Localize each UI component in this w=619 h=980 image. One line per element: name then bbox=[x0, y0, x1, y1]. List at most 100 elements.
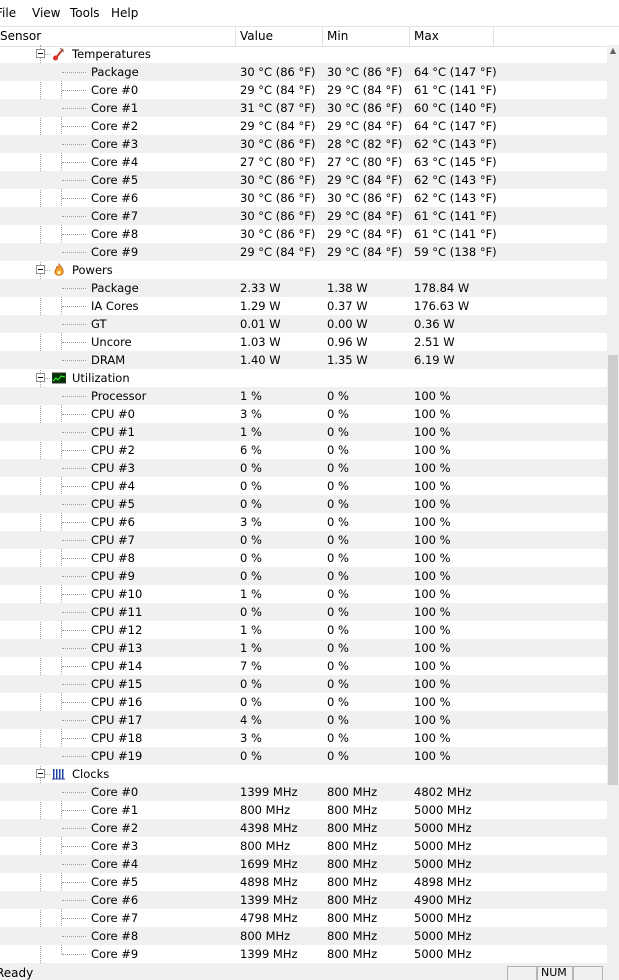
sensor-max: 178.84 W bbox=[414, 281, 470, 295]
sensor-max: 100 % bbox=[414, 731, 451, 745]
sensor-row[interactable]: Core #2 4398 MHz 800 MHz 5000 MHz bbox=[0, 819, 607, 837]
sensor-max: 62 °C (143 °F) bbox=[414, 173, 497, 187]
sensor-row[interactable]: Core #8 800 MHz 800 MHz 5000 MHz bbox=[0, 927, 607, 945]
scroll-thumb[interactable] bbox=[608, 355, 618, 785]
collapse-toggle-icon[interactable] bbox=[36, 49, 45, 58]
sensor-row[interactable]: CPU #2 6 % 0 % 100 % bbox=[0, 441, 607, 459]
sensor-row[interactable]: CPU #1 1 % 0 % 100 % bbox=[0, 423, 607, 441]
sensor-row[interactable]: Core #2 29 °C (84 °F) 29 °C (84 °F) 64 °C (… bbox=[0, 117, 607, 135]
group-row-clocks[interactable]: Clocks bbox=[0, 765, 607, 783]
sensor-row[interactable]: Uncore 1.03 W 0.96 W 2.51 W bbox=[0, 333, 607, 351]
tree-connector bbox=[62, 558, 86, 559]
sensor-row[interactable]: CPU #10 1 % 0 % 100 % bbox=[0, 585, 607, 603]
sensor-row[interactable]: DRAM 1.40 W 1.35 W 6.19 W bbox=[0, 351, 607, 369]
sensor-row[interactable]: Core #7 4798 MHz 800 MHz 5000 MHz bbox=[0, 909, 607, 927]
sensor-row[interactable]: Core #6 1399 MHz 800 MHz 4900 MHz bbox=[0, 891, 607, 909]
sensor-max: 5000 MHz bbox=[414, 911, 472, 925]
menu-view[interactable]: View bbox=[32, 6, 60, 20]
menu-tools[interactable]: Tools bbox=[70, 6, 100, 20]
tree-connector bbox=[62, 288, 86, 289]
sensor-row[interactable]: CPU #19 0 % 0 % 100 % bbox=[0, 747, 607, 765]
sensor-row[interactable]: CPU #15 0 % 0 % 100 % bbox=[0, 675, 607, 693]
sensor-name: DRAM bbox=[91, 353, 126, 367]
sensor-row[interactable]: Core #3 800 MHz 800 MHz 5000 MHz bbox=[0, 837, 607, 855]
group-row-powers[interactable]: Powers bbox=[0, 261, 607, 279]
tree-connector bbox=[62, 396, 86, 397]
sensor-row[interactable]: CPU #5 0 % 0 % 100 % bbox=[0, 495, 607, 513]
sensor-row[interactable]: CPU #12 1 % 0 % 100 % bbox=[0, 621, 607, 639]
sensor-max: 100 % bbox=[414, 695, 451, 709]
tree-connector bbox=[62, 792, 86, 793]
sensor-row[interactable]: CPU #14 7 % 0 % 100 % bbox=[0, 657, 607, 675]
sensor-row[interactable]: Core #0 1399 MHz 800 MHz 4802 MHz bbox=[0, 783, 607, 801]
sensor-row[interactable]: Core #9 29 °C (84 °F) 29 °C (84 °F) 59 °C (… bbox=[0, 243, 607, 261]
sensor-name: Core #3 bbox=[91, 137, 139, 151]
sensor-name: Core #2 bbox=[91, 821, 139, 835]
sensor-row[interactable]: IA Cores 1.29 W 0.37 W 176.63 W bbox=[0, 297, 607, 315]
group-row-utilization[interactable]: Utilization bbox=[0, 369, 607, 387]
column-value[interactable]: Value bbox=[236, 27, 323, 46]
sensor-row[interactable]: Package 30 °C (86 °F) 30 °C (86 °F) 64 °C (… bbox=[0, 63, 607, 81]
sensor-row[interactable]: Processor 1 % 0 % 100 % bbox=[0, 387, 607, 405]
sensor-row[interactable]: Core #9 1399 MHz 800 MHz 5000 MHz bbox=[0, 945, 607, 963]
status-pane-scrl bbox=[573, 966, 603, 980]
column-sensor[interactable]: Sensor bbox=[0, 27, 236, 46]
sensor-max: 100 % bbox=[414, 407, 451, 421]
sensor-row[interactable]: CPU #8 0 % 0 % 100 % bbox=[0, 549, 607, 567]
sensor-row[interactable]: CPU #16 0 % 0 % 100 % bbox=[0, 693, 607, 711]
sensor-max: 62 °C (143 °F) bbox=[414, 137, 497, 151]
sensor-min: 0.00 W bbox=[327, 317, 368, 331]
menu-file[interactable]: File bbox=[0, 6, 16, 20]
sensor-row[interactable]: CPU #0 3 % 0 % 100 % bbox=[0, 405, 607, 423]
sensor-min: 800 MHz bbox=[327, 785, 378, 799]
sensor-min: 0 % bbox=[327, 443, 349, 457]
sensor-row[interactable]: Core #5 4898 MHz 800 MHz 4898 MHz bbox=[0, 873, 607, 891]
sensor-row[interactable]: CPU #11 0 % 0 % 100 % bbox=[0, 603, 607, 621]
sensor-value: 800 MHz bbox=[240, 929, 291, 943]
sensor-value: 30 °C (86 °F) bbox=[240, 137, 316, 151]
collapse-toggle-icon[interactable] bbox=[36, 769, 45, 778]
sensor-value: 0 % bbox=[240, 749, 262, 763]
sensor-row[interactable]: CPU #7 0 % 0 % 100 % bbox=[0, 531, 607, 549]
sensor-row[interactable]: Core #6 30 °C (86 °F) 30 °C (86 °F) 62 °C (… bbox=[0, 189, 607, 207]
sensor-row[interactable]: Core #3 30 °C (86 °F) 28 °C (82 °F) 62 °C (… bbox=[0, 135, 607, 153]
tree-connector bbox=[62, 180, 86, 181]
sensor-row[interactable]: CPU #6 3 % 0 % 100 % bbox=[0, 513, 607, 531]
sensor-name: CPU #18 bbox=[91, 731, 143, 745]
sensor-row[interactable]: CPU #18 3 % 0 % 100 % bbox=[0, 729, 607, 747]
menu-help[interactable]: Help bbox=[111, 6, 138, 20]
sensor-max: 5000 MHz bbox=[414, 857, 472, 871]
sensor-row[interactable]: CPU #3 0 % 0 % 100 % bbox=[0, 459, 607, 477]
sensor-min: 0 % bbox=[327, 641, 349, 655]
sensor-row[interactable]: CPU #13 1 % 0 % 100 % bbox=[0, 639, 607, 657]
sensor-row[interactable]: GT 0.01 W 0.00 W 0.36 W bbox=[0, 315, 607, 333]
sensor-row[interactable]: CPU #4 0 % 0 % 100 % bbox=[0, 477, 607, 495]
tree-connector bbox=[62, 144, 86, 145]
sensor-value: 3 % bbox=[240, 515, 262, 529]
sensor-row[interactable]: Core #5 30 °C (86 °F) 29 °C (84 °F) 62 °C (… bbox=[0, 171, 607, 189]
sensor-row[interactable]: Core #1 31 °C (87 °F) 30 °C (86 °F) 60 °C (… bbox=[0, 99, 607, 117]
sensor-name: CPU #11 bbox=[91, 605, 143, 619]
sensor-name: Core #2 bbox=[91, 119, 139, 133]
sensor-row[interactable]: CPU #17 4 % 0 % 100 % bbox=[0, 711, 607, 729]
sensor-row[interactable]: Core #1 800 MHz 800 MHz 5000 MHz bbox=[0, 801, 607, 819]
sensor-max: 6.19 W bbox=[414, 353, 455, 367]
sensor-value: 1.40 W bbox=[240, 353, 281, 367]
sensor-row[interactable]: Core #7 30 °C (86 °F) 29 °C (84 °F) 61 °C (… bbox=[0, 207, 607, 225]
collapse-toggle-icon[interactable] bbox=[36, 265, 45, 274]
collapse-toggle-icon[interactable] bbox=[36, 373, 45, 382]
column-min[interactable]: Min bbox=[323, 27, 410, 46]
sensor-max: 100 % bbox=[414, 641, 451, 655]
tree-connector bbox=[62, 198, 86, 199]
sensor-row[interactable]: Core #4 27 °C (80 °F) 27 °C (80 °F) 63 °C (… bbox=[0, 153, 607, 171]
tree-connector bbox=[62, 468, 86, 469]
sensor-row[interactable]: Core #8 30 °C (86 °F) 29 °C (84 °F) 61 °C (… bbox=[0, 225, 607, 243]
sensor-row[interactable]: CPU #9 0 % 0 % 100 % bbox=[0, 567, 607, 585]
sensor-row[interactable]: Package 2.33 W 1.38 W 178.84 W bbox=[0, 279, 607, 297]
sensor-row[interactable]: Core #0 29 °C (84 °F) 29 °C (84 °F) 61 °C (… bbox=[0, 81, 607, 99]
column-max[interactable]: Max bbox=[410, 27, 494, 46]
scroll-up-arrow-icon[interactable]: ▲ bbox=[607, 45, 619, 57]
vertical-scrollbar[interactable]: ▲ bbox=[607, 45, 619, 963]
group-row-temperatures[interactable]: Temperatures bbox=[0, 45, 607, 63]
sensor-row[interactable]: Core #4 1699 MHz 800 MHz 5000 MHz bbox=[0, 855, 607, 873]
